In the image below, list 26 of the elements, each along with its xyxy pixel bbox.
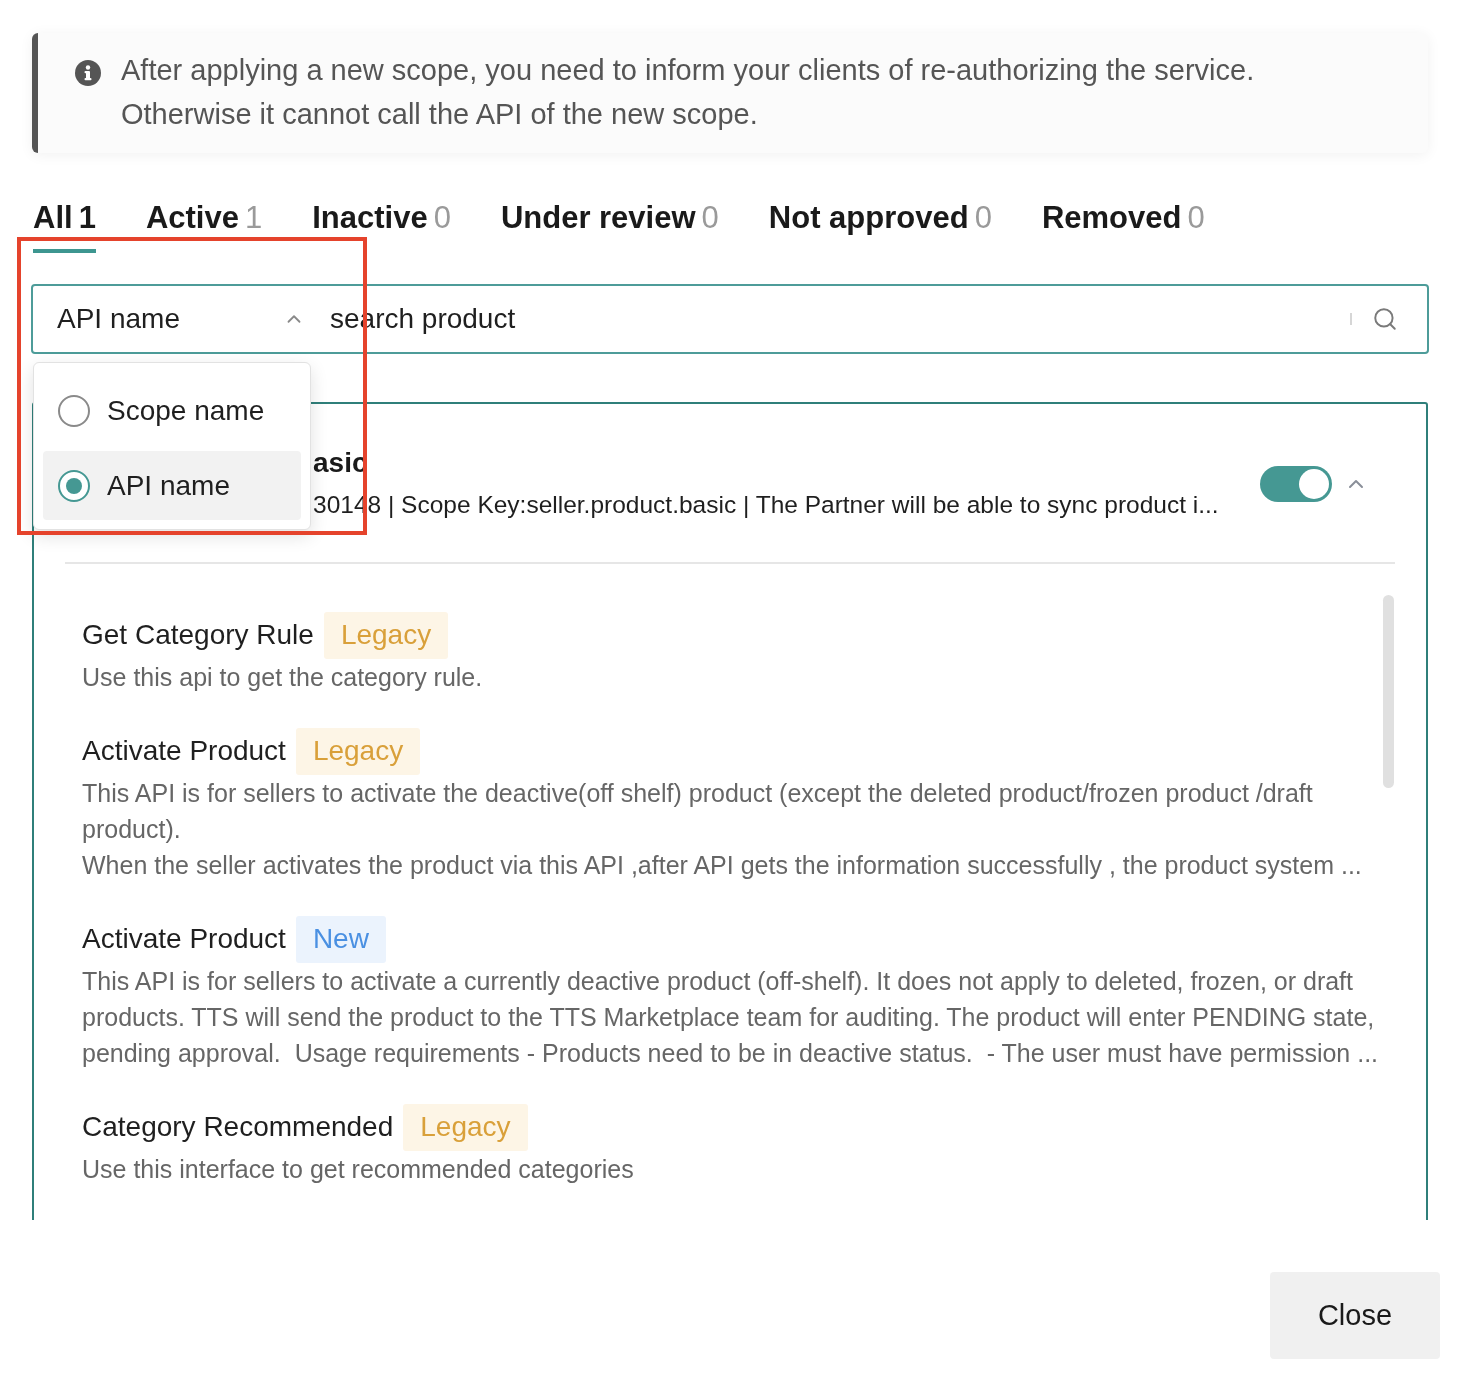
api-tag: Legacy [295,727,421,775]
status-tab[interactable]: Active 1 [145,196,263,253]
api-tag: New [295,915,386,963]
status-tab[interactable]: Not approved 0 [768,196,992,253]
api-tag: Legacy [403,1103,528,1151]
status-tab[interactable]: Under review 0 [500,196,719,253]
info-icon [75,60,101,86]
api-name: Category Recommended [82,1110,394,1144]
scrollbar-thumb[interactable] [1383,595,1394,788]
api-description: This API is for sellers to activate the deactive(off shelf) product (except the deleted product/frozen product /draft product). When the seller activates the product via this API ,after API gets the information successfully , the product system ... [82,778,1363,881]
api-name: Get Category Rule [82,618,314,652]
api-name: Activate Product [82,734,286,768]
search-icon[interactable] [1372,306,1398,332]
close-button[interactable]: Close [1270,1272,1440,1359]
status-tab[interactable]: All 1 [33,196,96,253]
api-tag: Legacy [323,611,449,659]
api-description: This API is for sellers to activate a currently deactive product (off-shelf). It does not apply to deleted, frozen, or draft products. TTS will send the product to the TTS Marketplace team for auditing. The product will enter PENDING state, pending approval. Usage requirements - Products need to be in deactive status. - The user must have permission ... [82,966,1379,1069]
api-description: Use this api to get the category rule. [82,662,484,693]
notice-text: After applying a new scope, you need to inform your clients of re-authorizing the service. Otherwise it cannot call the API of the new scope. [121,53,1255,132]
api-name: Activate Product [82,922,286,956]
dropdown-option[interactable]: API name [43,451,301,520]
status-tab[interactable]: Removed 0 [1041,196,1205,253]
toggle-switch[interactable] [1260,466,1332,502]
api-description: Use this interface to get recommended categories [82,1154,635,1185]
status-tab[interactable]: Inactive 0 [312,196,451,253]
search-type-select[interactable]: API name [57,302,305,336]
